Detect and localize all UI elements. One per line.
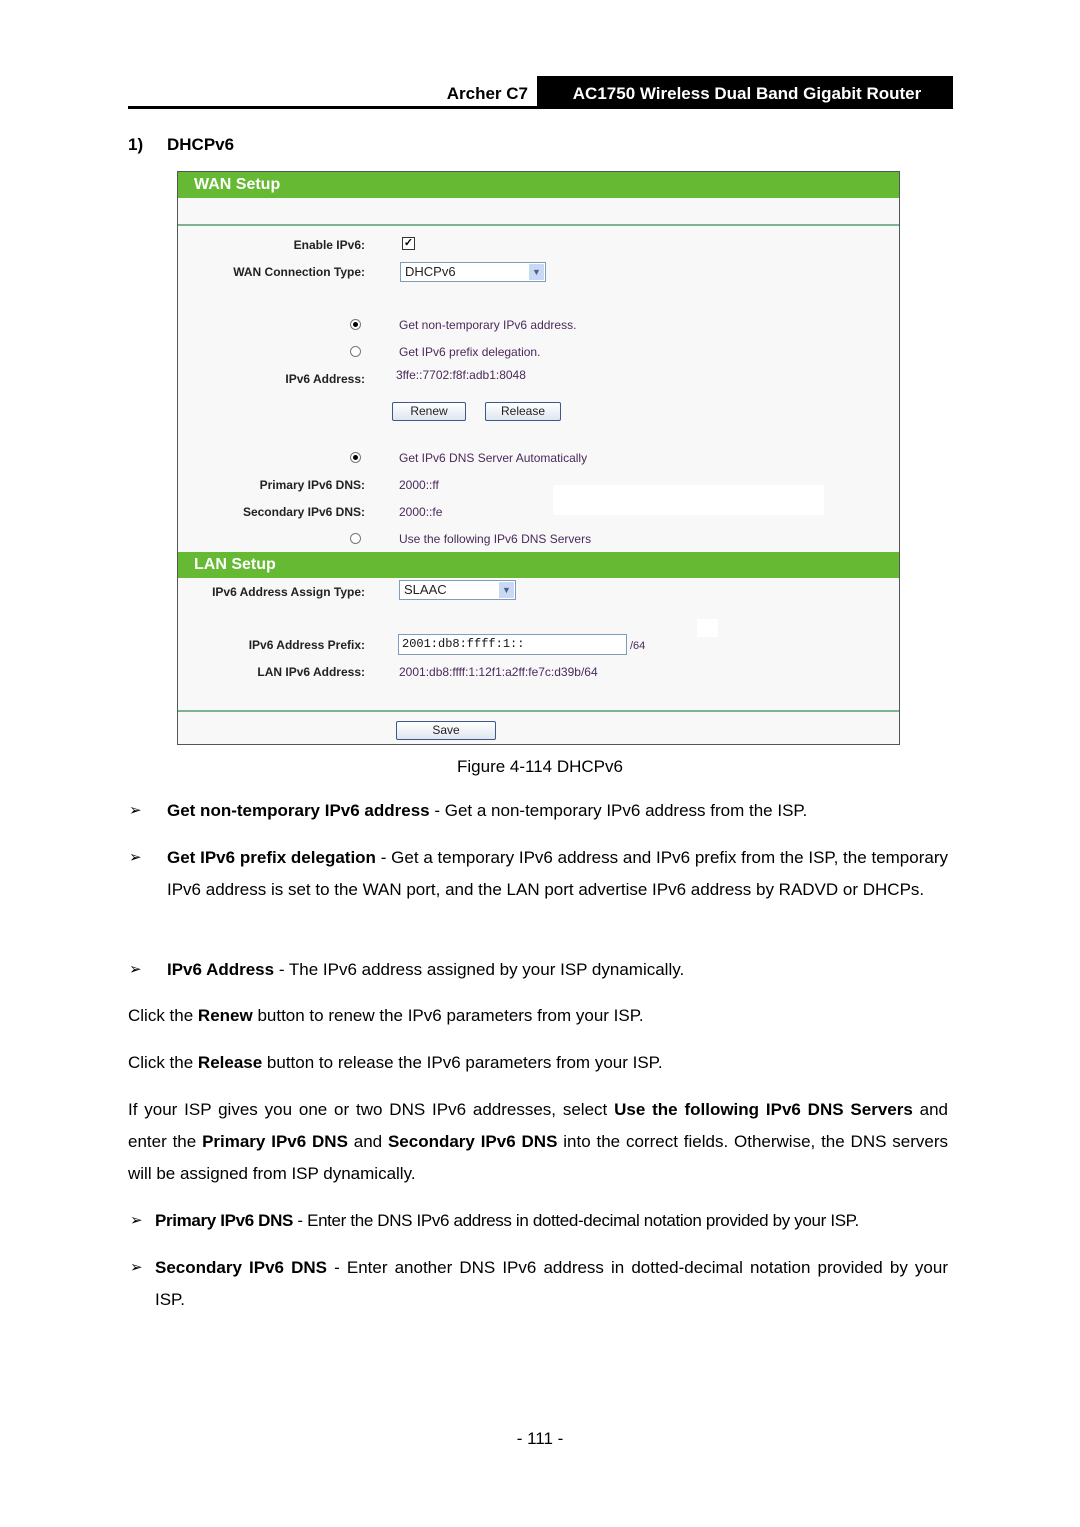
ipv6-address-value: 3ffe::7702:f8f:adb1:8048 xyxy=(396,368,526,382)
section-number: 1) xyxy=(128,135,144,154)
ipv6-prefix-label: IPv6 Address Prefix: xyxy=(248,638,365,652)
term: Release xyxy=(197,1053,263,1072)
bullet-ipv6-address: IPv6 Address - The IPv6 address assigned… xyxy=(167,954,948,986)
lan-ipv6-address-value: 2001:db8:ffff:1:12f1:a2ff:fe7c:d39b/64 xyxy=(399,665,598,679)
page-number: - 111 - xyxy=(516,1429,564,1448)
wan-connection-type-value: DHCPv6 xyxy=(405,264,456,279)
bullet-secondary-dns: Secondary IPv6 DNS - Enter another DNS I… xyxy=(155,1252,948,1316)
description: - Enter the DNS IPv6 address in dotted-d… xyxy=(293,1211,859,1230)
text: button to renew the IPv6 parameters from… xyxy=(252,1006,644,1025)
secondary-dns-value: 2000::fe xyxy=(399,505,443,519)
dns-auto-label: Get IPv6 DNS Server Automatically xyxy=(399,451,588,465)
prefix-length-suffix: /64 xyxy=(630,640,646,652)
nontemp-address-label: Get non-temporary IPv6 address. xyxy=(399,318,577,332)
dns-auto-radio[interactable] xyxy=(350,452,361,463)
description: - Get a non-temporary IPv6 address from … xyxy=(429,801,808,820)
wan-connection-type-select[interactable]: DHCPv6 ▼ xyxy=(400,262,546,282)
prefix-delegation-radio[interactable] xyxy=(350,346,361,357)
renew-button[interactable]: Renew xyxy=(392,402,466,421)
renew-paragraph: Click the Renew button to renew the IPv6… xyxy=(128,1000,948,1032)
text: Click the xyxy=(128,1053,198,1072)
bullet-nontemp: Get non-temporary IPv6 address - Get a n… xyxy=(167,795,948,827)
wan-connection-type-label: WAN Connection Type: xyxy=(233,265,365,279)
chevron-down-icon[interactable]: ▼ xyxy=(499,582,514,598)
release-button[interactable]: Release xyxy=(485,402,561,421)
primary-dns-value: 2000::ff xyxy=(399,478,439,492)
ipv6-address-label: IPv6 Address: xyxy=(285,372,365,386)
term: Secondary IPv6 DNS xyxy=(155,1258,327,1277)
bullet-prefix-delegation: Get IPv6 prefix delegation - Get a tempo… xyxy=(167,842,948,906)
enable-ipv6-label: Enable IPv6: xyxy=(293,238,365,252)
chevron-down-icon[interactable]: ▼ xyxy=(529,264,544,280)
dns-manual-radio[interactable] xyxy=(350,533,361,544)
save-button[interactable]: Save xyxy=(396,721,496,740)
blank-area xyxy=(697,619,718,637)
section-heading: DHCPv6 xyxy=(167,135,235,154)
bullet-arrow-icon: ➢ xyxy=(130,1259,143,1276)
dns-paragraph: If your ISP gives you one or two DNS IPv… xyxy=(128,1094,948,1190)
blank-area xyxy=(553,485,824,515)
assign-type-value: SLAAC xyxy=(404,582,447,597)
dns-manual-label: Use the following IPv6 DNS Servers xyxy=(399,532,592,546)
lan-setup-header: LAN Setup xyxy=(178,552,899,578)
text: If your ISP gives you one or two DNS IPv… xyxy=(128,1100,615,1119)
prefix-delegation-label: Get IPv6 prefix delegation. xyxy=(399,345,541,359)
section-title: 1) DHCPv6 xyxy=(128,135,234,155)
header-model: Archer C7 xyxy=(446,84,528,103)
description: - The IPv6 address assigned by your ISP … xyxy=(274,960,685,979)
divider xyxy=(178,710,899,712)
term: IPv6 Address xyxy=(167,960,275,979)
assign-type-label: IPv6 Address Assign Type: xyxy=(212,585,365,599)
divider xyxy=(178,224,899,226)
page-header: Archer C7 AC1750 Wireless Dual Band Giga… xyxy=(128,76,953,109)
text: Click the xyxy=(128,1006,198,1025)
wan-setup-header: WAN Setup xyxy=(178,172,899,198)
term: Get IPv6 prefix delegation xyxy=(167,848,376,867)
lan-ipv6-address-label: LAN IPv6 Address: xyxy=(257,665,365,679)
term: Primary IPv6 DNS xyxy=(155,1211,294,1230)
term: Primary IPv6 DNS xyxy=(202,1132,348,1151)
bullet-arrow-icon: ➢ xyxy=(129,802,142,819)
header-description: AC1750 Wireless Dual Band Gigabit Router xyxy=(537,76,953,107)
release-paragraph: Click the Release button to release the … xyxy=(128,1047,948,1079)
enable-ipv6-checkbox[interactable]: ✓ xyxy=(402,237,415,250)
assign-type-select[interactable]: SLAAC ▼ xyxy=(399,580,516,600)
term: Use the following IPv6 DNS Servers xyxy=(614,1100,913,1119)
term: Renew xyxy=(197,1006,253,1025)
secondary-dns-label: Secondary IPv6 DNS: xyxy=(242,505,365,519)
nontemp-address-radio[interactable] xyxy=(350,319,361,330)
term: Get non-temporary IPv6 address xyxy=(167,801,430,820)
ipv6-prefix-input[interactable]: 2001:db8:ffff:1:: xyxy=(398,634,627,655)
figure-caption: Figure 4-114 DHCPv6 xyxy=(457,757,623,776)
text: button to release the IPv6 parameters fr… xyxy=(262,1053,663,1072)
bullet-arrow-icon: ➢ xyxy=(129,849,142,866)
bullet-arrow-icon: ➢ xyxy=(129,961,142,978)
bullet-primary-dns: Primary IPv6 DNS - Enter the DNS IPv6 ad… xyxy=(155,1205,950,1237)
bullet-arrow-icon: ➢ xyxy=(130,1212,143,1229)
term: Secondary IPv6 DNS xyxy=(387,1132,558,1151)
text: and xyxy=(347,1132,388,1151)
primary-dns-label: Primary IPv6 DNS: xyxy=(259,478,365,492)
dhcpv6-settings-panel: WAN Setup Enable IPv6: ✓ WAN Connection … xyxy=(177,171,900,745)
